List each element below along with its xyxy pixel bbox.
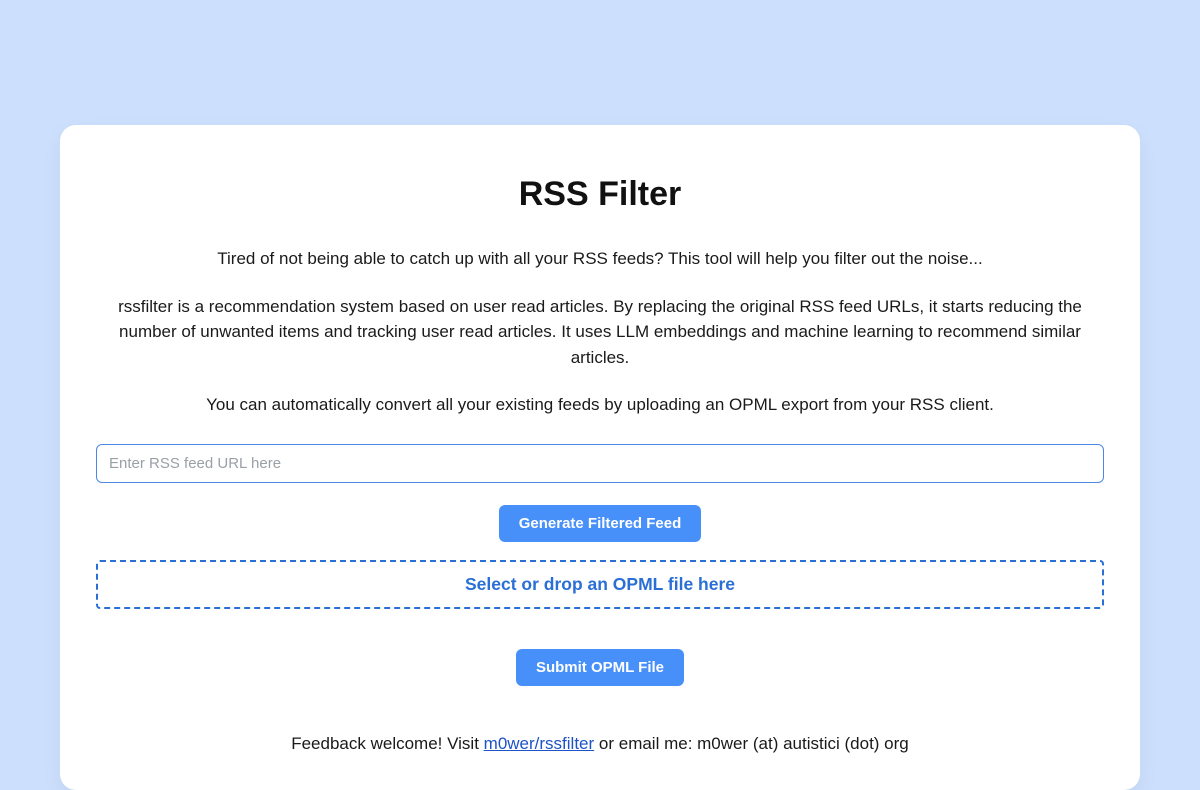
dropzone-label: Select or drop an OPML file here — [465, 574, 735, 594]
description-text: rssfilter is a recommendation system bas… — [96, 294, 1104, 371]
generate-feed-button[interactable]: Generate Filtered Feed — [499, 505, 702, 542]
footer-text: Feedback welcome! Visit m0wer/rssfilter … — [96, 734, 1104, 754]
rss-url-input[interactable] — [96, 444, 1104, 483]
opml-instruction-text: You can automatically convert all your e… — [96, 392, 1104, 418]
page-title: RSS Filter — [96, 175, 1104, 214]
main-card: RSS Filter Tired of not being able to ca… — [60, 125, 1140, 790]
submit-opml-button[interactable]: Submit OPML File — [516, 649, 684, 686]
opml-dropzone[interactable]: Select or drop an OPML file here — [96, 560, 1104, 609]
intro-text: Tired of not being able to catch up with… — [96, 246, 1104, 272]
